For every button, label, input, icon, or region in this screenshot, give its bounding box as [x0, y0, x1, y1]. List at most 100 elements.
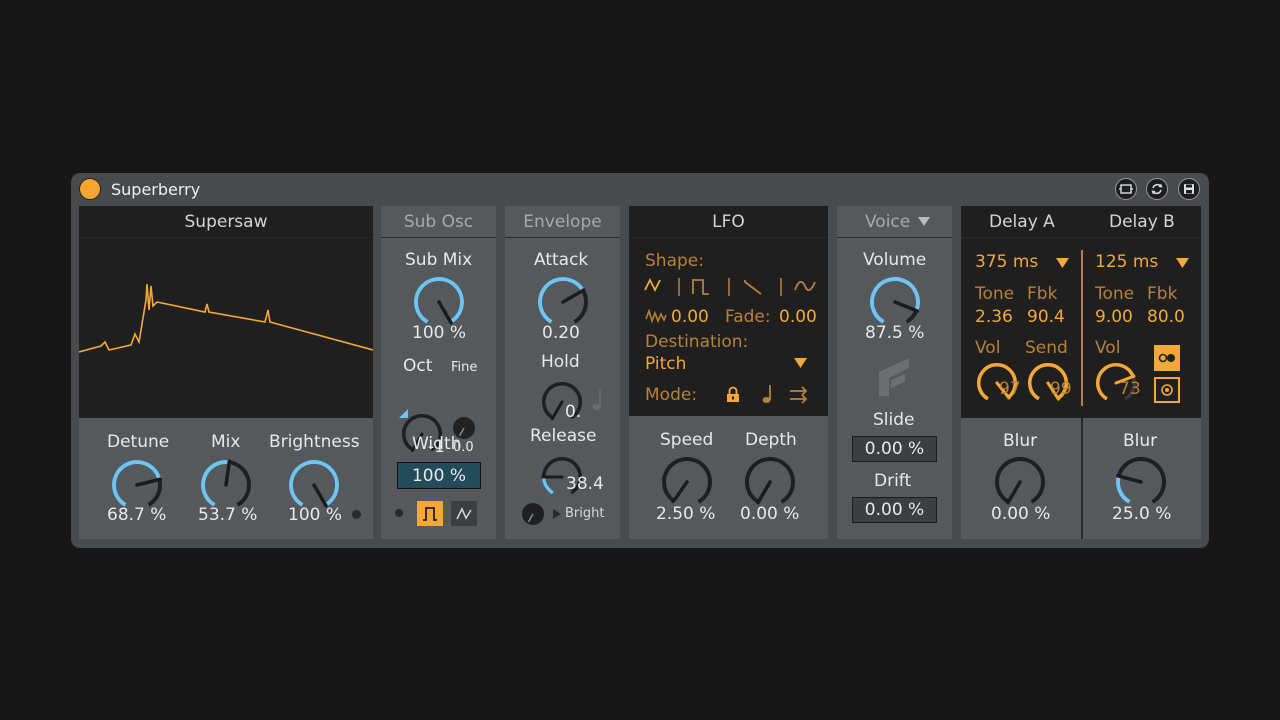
delay-a-vol-label: Vol: [975, 338, 1001, 358]
square-shape-icon: [692, 279, 709, 295]
lock-icon[interactable]: [726, 386, 740, 403]
freeze-button[interactable]: [1154, 377, 1180, 403]
brightness-value: 100 %: [288, 505, 343, 525]
device-power-button[interactable]: [79, 178, 101, 200]
slide-label: Slide: [873, 410, 915, 430]
sync-note-icon[interactable]: [761, 384, 773, 404]
mix-knob[interactable]: [200, 459, 252, 511]
delay-b-blur-label: Blur: [1123, 431, 1158, 451]
delay-a-send-value: 99: [1050, 379, 1072, 399]
delay-divider: [1081, 250, 1083, 406]
delay-panel: Delay A Delay B 375 ms Tone Fbk 2.36 90.…: [961, 206, 1201, 539]
delay-a-blur-knob[interactable]: [994, 456, 1046, 508]
delay-b-blur-value: 25.0 %: [1112, 504, 1172, 524]
wave-value[interactable]: 0.00: [671, 307, 709, 327]
slide-field[interactable]: 0.00 %: [852, 436, 937, 462]
voice-header[interactable]: Voice: [837, 206, 952, 238]
width-field[interactable]: 100 %: [397, 462, 481, 489]
sine-shape-icon: [644, 277, 661, 293]
sub-mod-dot[interactable]: [395, 509, 403, 517]
sub-osc-panel: Sub Osc Sub Mix 100 % Oct Fine -1 0.0 Wi…: [381, 206, 496, 539]
depth-knob[interactable]: [744, 456, 796, 508]
supersaw-header: Supersaw: [79, 206, 373, 238]
waveform-display: [78, 238, 374, 418]
hot-swap-icon: [1119, 184, 1133, 194]
square-wave-button[interactable]: [417, 501, 443, 526]
delay-a-fbk-label: Fbk: [1027, 284, 1058, 304]
delay-a-blur-label: Blur: [1003, 431, 1038, 451]
oct-label: Oct: [403, 356, 433, 376]
superberry-device: Superberry Supersaw Detune 68.7 % Mix 53…: [71, 173, 1209, 548]
smooth-sine-shape-icon: [794, 280, 816, 292]
lfo-shape-selector[interactable]: [643, 276, 819, 298]
attack-knob[interactable]: [537, 276, 589, 328]
delay-header: Delay A Delay B: [961, 206, 1201, 238]
width-label: Width: [412, 434, 462, 454]
refresh-button[interactable]: [1146, 178, 1168, 200]
delay-b-time[interactable]: 125 ms: [1095, 252, 1158, 272]
mod-dot[interactable]: [352, 510, 361, 519]
delay-a-fbk-value[interactable]: 90.4: [1027, 307, 1065, 327]
detune-value: 68.7 %: [107, 505, 167, 525]
triangle-wave-icon: [456, 506, 472, 520]
drift-label: Drift: [874, 471, 912, 491]
delay-a-time-dropdown-icon[interactable]: [1056, 258, 1069, 268]
delay-b-tone-value[interactable]: 9.00: [1095, 307, 1133, 327]
lfo-panel: LFO Shape: 0.00 Fade: 0.00 Destination: …: [629, 206, 828, 539]
fine-label: Fine: [451, 360, 478, 375]
bright-knob[interactable]: [521, 502, 545, 526]
mode-label: Mode:: [645, 385, 698, 405]
destination-dropdown-icon[interactable]: [794, 358, 807, 368]
destination-value[interactable]: Pitch: [645, 354, 686, 374]
delay-a-tone-value[interactable]: 2.36: [975, 307, 1013, 327]
shape-label: Shape:: [645, 251, 704, 271]
delay-b-fbk-value[interactable]: 80.0: [1147, 307, 1185, 327]
supersaw-panel: Supersaw Detune 68.7 % Mix 53.7 % Bright…: [78, 206, 374, 539]
voice-dropdown-icon: [918, 217, 931, 226]
freeze-icon: [1161, 384, 1173, 396]
save-icon: [1184, 184, 1194, 194]
voice-header-label: Voice: [865, 211, 911, 232]
hot-swap-button[interactable]: [1115, 178, 1137, 200]
device-title-bar: Superberry: [71, 173, 1209, 205]
sub-mix-knob[interactable]: [413, 276, 465, 328]
brightness-label: Brightness: [269, 432, 360, 452]
envelope-panel: Envelope Attack 0.20 Hold 0. Release 38.…: [505, 206, 620, 539]
volume-knob[interactable]: [869, 276, 921, 328]
delay-a-blur-value: 0.00 %: [991, 504, 1051, 524]
attack-value: 0.20: [542, 323, 580, 343]
speed-knob[interactable]: [661, 456, 713, 508]
voice-panel: Voice Volume 87.5 % Slide 0.00 % Drift 0…: [837, 206, 952, 539]
drift-field[interactable]: 0.00 %: [852, 497, 937, 523]
depth-label: Depth: [745, 430, 797, 450]
delay-a-tone-label: Tone: [975, 284, 1015, 304]
save-button[interactable]: [1178, 178, 1200, 200]
triangle-wave-button[interactable]: [451, 501, 477, 526]
detune-label: Detune: [107, 432, 170, 452]
random-wave-icon: [645, 309, 667, 323]
release-label: Release: [530, 426, 597, 446]
sub-mix-label: Sub Mix: [405, 250, 473, 270]
delay-a-vol-value: 97: [999, 379, 1021, 399]
mix-value: 53.7 %: [198, 505, 258, 525]
delay-b-time-dropdown-icon[interactable]: [1176, 258, 1189, 268]
retrigger-icon[interactable]: [789, 386, 809, 404]
detune-knob[interactable]: [111, 459, 163, 511]
release-value: 38.4: [566, 474, 604, 494]
envelope-header: Envelope: [505, 206, 620, 238]
fade-label: Fade:: [725, 307, 771, 327]
delay-b-blur-knob[interactable]: [1115, 456, 1167, 508]
ping-pong-button[interactable]: [1154, 345, 1180, 371]
device-title: Superberry: [111, 180, 201, 199]
refresh-icon: [1151, 183, 1163, 195]
hold-value: 0.: [565, 402, 582, 422]
note-icon[interactable]: [591, 388, 603, 412]
delay-b-fbk-label: Fbk: [1147, 284, 1178, 304]
sub-osc-header: Sub Osc: [381, 206, 496, 238]
brightness-knob[interactable]: [288, 459, 340, 511]
ping-pong-icon: [1158, 353, 1175, 363]
fade-value[interactable]: 0.00: [779, 307, 817, 327]
delay-a-time[interactable]: 375 ms: [975, 252, 1038, 272]
speed-value: 2.50 %: [656, 504, 716, 524]
delay-b-vol-value: 73: [1119, 379, 1141, 399]
